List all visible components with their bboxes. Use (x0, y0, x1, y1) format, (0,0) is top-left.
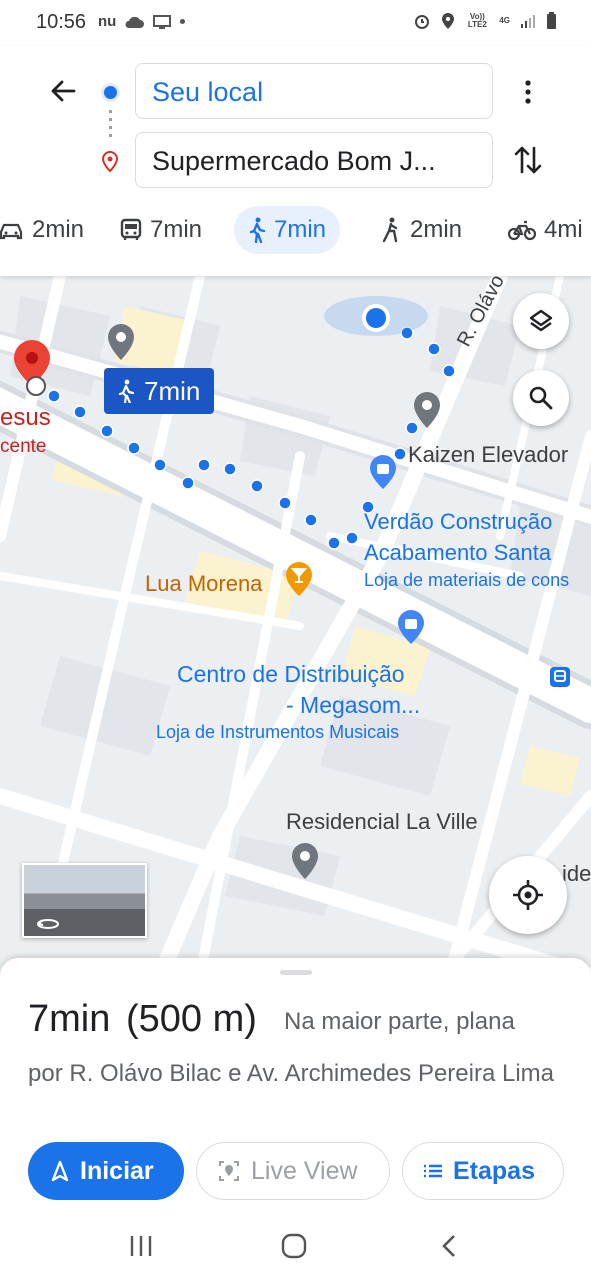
route-distance: (500 m) (126, 998, 257, 1040)
screen-icon (153, 14, 172, 29)
destination-field[interactable]: Supermercado Bom J... (135, 132, 493, 188)
nubank-icon: nu (98, 13, 117, 30)
poi-centro-line2[interactable]: - Megasom... (286, 692, 420, 719)
bar-pin-icon (286, 562, 312, 596)
mode-car-label: 2min (32, 216, 85, 243)
signal-icon (521, 15, 535, 28)
poi-residencial[interactable]: Residencial La Ville (286, 809, 478, 835)
poi-verdao-line1[interactable]: Verdão Construção (364, 509, 552, 535)
alarm-icon (415, 15, 430, 29)
mode-walk-label: 7min (274, 216, 327, 243)
swap-icon[interactable] (512, 142, 544, 178)
map-view[interactable]: esus cente 7min R. Olávo Kaizen Elevador… (0, 276, 591, 976)
drag-handle[interactable] (280, 970, 312, 975)
search-icon (529, 386, 553, 410)
more-options-icon[interactable] (520, 78, 536, 106)
shopping-bag-pin-icon (370, 455, 396, 489)
home-icon[interactable] (281, 1233, 307, 1259)
steps-button[interactable]: Etapas (402, 1142, 564, 1200)
live-view-button[interactable]: Live View (196, 1142, 390, 1200)
bus-stop-icon (550, 667, 570, 687)
destination-pin-icon (101, 150, 119, 173)
system-nav-bar (0, 1212, 591, 1280)
battery-icon (547, 12, 556, 29)
destination-label: esus (0, 404, 51, 431)
mode-ride-label: 2min (410, 216, 463, 243)
gray-place-pin-icon (108, 324, 134, 360)
notification-dot-icon (180, 19, 186, 24)
poi-centro-category: Loja de Instrumentos Musicais (156, 722, 400, 742)
steps-button-label: Etapas (453, 1156, 535, 1185)
start-button-label: Iniciar (80, 1156, 154, 1185)
back-arrow-icon[interactable] (46, 74, 80, 108)
recent-apps-icon[interactable] (129, 1234, 153, 1258)
mode-car[interactable]: 2min (0, 206, 98, 254)
route-via: por R. Olávo Bilac e Av. Archimedes Pere… (28, 1060, 555, 1087)
poi-centro-line1[interactable]: Centro de Distribuição (177, 661, 405, 688)
poi-verdao-line2[interactable]: Acabamento Santa (364, 540, 551, 566)
ride-icon (382, 217, 398, 243)
bus-icon (120, 218, 142, 240)
bike-icon (508, 220, 536, 241)
route-connector (109, 110, 112, 140)
mode-bike-label: 4mi (544, 216, 583, 243)
destination-pin-icon (14, 340, 50, 396)
route-terrain: Na maior parte, plana (284, 1008, 515, 1035)
mode-transit[interactable]: 7min (106, 206, 216, 254)
poi-lua-morena[interactable]: Lua Morena (145, 571, 262, 597)
location-icon (442, 13, 455, 29)
layers-button[interactable] (513, 293, 569, 349)
current-location-marker (324, 296, 428, 336)
mode-walk[interactable]: 7min (234, 206, 341, 254)
recenter-button[interactable] (489, 856, 567, 934)
start-button[interactable]: Iniciar (28, 1142, 184, 1200)
route-duration: 7min (28, 998, 111, 1040)
origin-dot-icon (104, 86, 117, 99)
directions-header: Seu local Supermercado Bom J... 2min 7mi… (0, 46, 591, 276)
layers-icon (529, 309, 553, 332)
poi-kaizen[interactable]: Kaizen Elevador (408, 442, 568, 468)
destination-sublabel: cente (0, 436, 47, 457)
live-view-button-label: Live View (251, 1156, 358, 1185)
volte-icon: Vo)) LTE2 (467, 12, 487, 29)
my-location-icon (513, 880, 543, 910)
mode-bike[interactable]: 4mi (494, 206, 591, 254)
street-label-text: R. Olávo (453, 276, 509, 350)
back-nav-icon[interactable] (440, 1233, 458, 1259)
mode-transit-label: 7min (150, 216, 203, 243)
car-icon (0, 223, 23, 240)
search-along-route-button[interactable] (513, 370, 569, 426)
mode-ride[interactable]: 2min (366, 206, 476, 254)
street-view-thumbnail[interactable] (22, 863, 147, 938)
poi-verdao-category: Loja de materiais de cons (364, 570, 570, 590)
shopping-bag-pin-icon (398, 610, 424, 644)
route-time-badge[interactable]: 7min (104, 368, 215, 414)
walk-icon (118, 379, 134, 403)
network-icon: 4G (499, 16, 510, 25)
status-bar: 10:56 nu Vo)) LTE2 4G (0, 0, 591, 46)
cloud-icon (125, 16, 145, 28)
list-icon (424, 1164, 442, 1178)
poi-partial-label: ide (562, 861, 591, 886)
street-view-rotate-icon (37, 919, 59, 929)
gray-place-pin-icon (414, 392, 440, 428)
gray-place-pin-icon (292, 843, 318, 879)
navigation-arrow-icon (51, 1160, 69, 1182)
walk-icon (249, 217, 266, 243)
origin-field[interactable]: Seu local (135, 63, 493, 119)
travel-mode-tabs: 2min 7min 7min 2min 4mi (0, 202, 591, 260)
route-time-badge-label: 7min (144, 375, 201, 406)
route-summary-sheet[interactable]: 7min (500 m) Na maior parte, plana por R… (0, 958, 591, 1212)
status-time: 10:56 (36, 11, 87, 33)
live-view-icon (219, 1161, 239, 1181)
